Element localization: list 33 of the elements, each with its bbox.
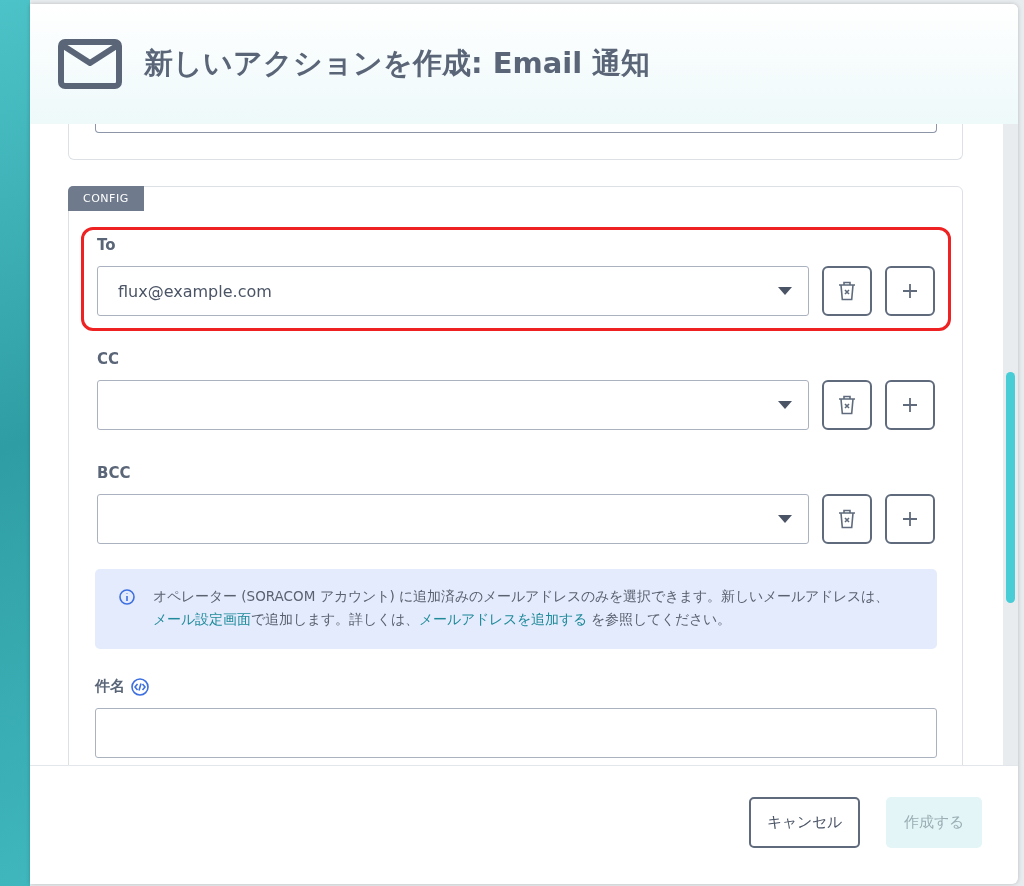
help-link[interactable]: メールアドレスを追加する (419, 611, 587, 627)
email-select[interactable]: flux@example.com (97, 266, 809, 316)
cancel-button[interactable]: キャンセル (749, 796, 860, 848)
settings-link[interactable]: メール設定画面 (153, 611, 251, 627)
info-icon (119, 589, 135, 605)
subject-input[interactable] (95, 708, 937, 758)
envelope-icon (58, 39, 122, 89)
field-label: To (97, 236, 117, 254)
input-field[interactable] (95, 124, 937, 133)
field-label: CC (97, 350, 121, 368)
plus-icon (903, 512, 917, 526)
trash-icon (838, 509, 856, 529)
add-button[interactable] (885, 380, 935, 430)
caret-icon (778, 287, 792, 295)
select-value: flux@example.com (118, 281, 272, 301)
add-button[interactable] (885, 266, 935, 316)
delete-button[interactable] (822, 380, 872, 430)
code-icon (131, 677, 149, 696)
info-text: オペレーター (SORACOM アカウント) に追加済みのメールアドレスのみを選択できます。新しいメールアドレスは、 メール設定画面で追加します。詳しくは、メールアドレスを追加する を参照してください。 (153, 587, 891, 629)
caret-icon (778, 515, 792, 523)
field-label: BCC (97, 464, 132, 482)
delete-button[interactable] (822, 266, 872, 316)
caret-icon (778, 401, 792, 409)
delete-button[interactable] (822, 494, 872, 544)
plus-icon (903, 284, 917, 298)
trash-icon (838, 281, 856, 301)
plus-icon (903, 398, 917, 412)
add-button[interactable] (885, 494, 935, 544)
field-label: 件名 (95, 677, 125, 696)
trash-icon (838, 395, 856, 415)
dialog-title: 新しいアクションを作成: Email 通知 (144, 45, 651, 82)
config-tag: CONFIG (68, 186, 144, 211)
scrollbar-thumb[interactable] (1006, 372, 1015, 603)
